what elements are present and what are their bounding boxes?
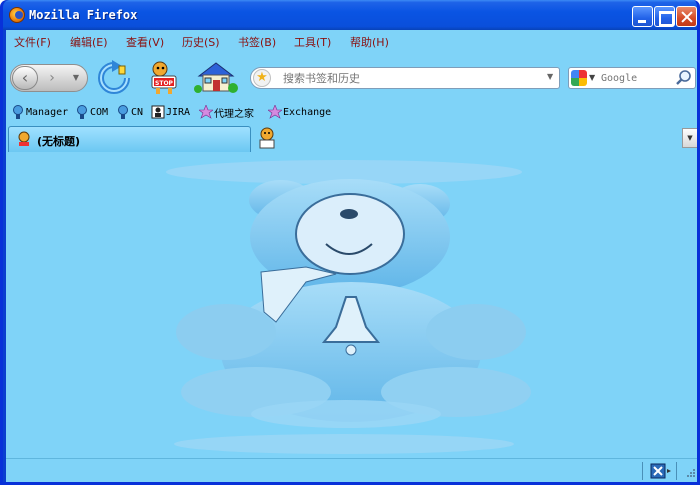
- status-bar: [6, 458, 697, 482]
- home-icon: [194, 62, 238, 93]
- window-title: Mozilla Firefox: [29, 8, 138, 22]
- bookmark-cn[interactable]: CN: [116, 104, 143, 120]
- bookmark-label: CN: [131, 106, 144, 118]
- status-divider: [676, 462, 677, 480]
- firefox-logo-icon: [9, 7, 25, 23]
- reload-button[interactable]: [94, 60, 134, 96]
- bookmark-jira[interactable]: JIRA: [151, 104, 190, 120]
- bookmark-star-icon[interactable]: ★: [253, 69, 271, 87]
- engine-dropdown-icon[interactable]: ▼: [589, 73, 595, 82]
- tab-strip: (无标题) ▼: [6, 124, 697, 152]
- menu-file[interactable]: 文件(F): [14, 34, 51, 50]
- menu-help[interactable]: 帮助(H): [350, 34, 389, 50]
- flower-icon: [198, 104, 214, 119]
- page-content[interactable]: [6, 152, 697, 458]
- location-bar[interactable]: ★ ▼: [250, 67, 560, 89]
- bookmark-com[interactable]: COM: [75, 104, 108, 120]
- maximize-button[interactable]: [654, 6, 675, 27]
- flower-icon: [267, 104, 283, 119]
- forward-button[interactable]: ›: [41, 68, 63, 88]
- resize-grip-icon[interactable]: [684, 467, 696, 479]
- url-dropdown-icon[interactable]: ▼: [547, 72, 557, 84]
- globe-icon: [75, 105, 89, 119]
- navigation-toolbar: ‹ › ▼ STOP ★ 搜索书签和历史 ▼ ▼ Google: [6, 57, 697, 99]
- url-input[interactable]: [283, 71, 543, 86]
- stop-icon: STOP: [151, 61, 177, 94]
- menu-tools[interactable]: 工具(T): [294, 34, 331, 50]
- search-input[interactable]: [601, 71, 671, 86]
- title-bar[interactable]: Mozilla Firefox: [3, 0, 697, 30]
- jira-icon: [151, 105, 165, 119]
- bookmark-label: Exchange: [283, 106, 332, 118]
- stop-button[interactable]: STOP: [144, 60, 184, 96]
- bookmark-manager[interactable]: Manager: [11, 104, 68, 120]
- svg-text:STOP: STOP: [155, 80, 174, 87]
- home-button[interactable]: [193, 60, 239, 96]
- status-divider: [642, 462, 643, 480]
- bookmark-label: JIRA: [166, 106, 191, 118]
- addon-status-icon[interactable]: [650, 463, 672, 479]
- bookmark-label: Manager: [26, 106, 69, 118]
- bookmark-exchange[interactable]: Exchange: [267, 104, 332, 120]
- menu-history[interactable]: 历史(S): [182, 34, 220, 50]
- search-icon[interactable]: [675, 69, 693, 87]
- tab-title: (无标题): [37, 135, 81, 148]
- new-tab-button[interactable]: [254, 126, 280, 150]
- google-engine-icon[interactable]: [571, 70, 587, 86]
- tab-active[interactable]: (无标题): [8, 126, 251, 152]
- back-forward-group: ‹ › ▼: [10, 64, 88, 92]
- menu-bookmarks[interactable]: 书签(B): [238, 34, 276, 50]
- browser-window: Mozilla Firefox 文件(F) 编辑(E) 查看(V) 历史(S) …: [0, 0, 700, 485]
- teddy-bear-background: [166, 160, 531, 454]
- minimize-button[interactable]: [632, 6, 653, 27]
- globe-icon: [11, 105, 25, 119]
- globe-icon: [116, 105, 130, 119]
- menu-edit[interactable]: 编辑(E): [70, 34, 108, 50]
- bookmarks-toolbar: Manager COM CN JIRA 代理之家 Exchange: [6, 102, 697, 122]
- close-button[interactable]: [676, 6, 697, 27]
- search-bar[interactable]: ▼: [568, 67, 696, 89]
- bookmark-label: 代理之家: [214, 108, 254, 120]
- tab-favicon-icon: [15, 131, 33, 147]
- new-tab-icon: [259, 127, 275, 149]
- history-dropdown-icon[interactable]: ▼: [69, 69, 83, 87]
- bookmark-label: COM: [90, 106, 109, 118]
- reload-icon: [98, 60, 130, 94]
- tab-list-dropdown[interactable]: ▼: [682, 128, 697, 148]
- menu-bar: 文件(F) 编辑(E) 查看(V) 历史(S) 书签(B) 工具(T) 帮助(H…: [6, 30, 697, 52]
- menu-view[interactable]: 查看(V): [126, 34, 164, 50]
- bookmark-proxy-home[interactable]: 代理之家: [198, 104, 254, 120]
- browser-chrome: 文件(F) 编辑(E) 查看(V) 历史(S) 书签(B) 工具(T) 帮助(H…: [6, 30, 697, 152]
- back-button[interactable]: ‹: [12, 66, 38, 90]
